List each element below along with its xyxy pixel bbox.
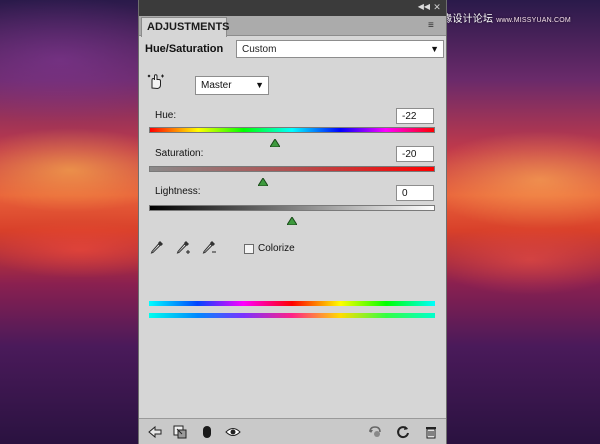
hue-label: Hue:: [155, 110, 177, 121]
eyedropper-icon[interactable]: [149, 239, 165, 257]
targeted-adjustment-hand-icon[interactable]: [147, 73, 165, 91]
preset-selected: Custom: [242, 44, 277, 55]
hue-slider-track[interactable]: [149, 127, 435, 133]
lightness-slider-track[interactable]: [149, 205, 435, 211]
reset-icon[interactable]: [395, 424, 411, 440]
clip-to-layer-icon[interactable]: [172, 424, 188, 440]
colorize-checkbox[interactable]: [244, 244, 254, 254]
close-icon[interactable]: ✕: [432, 2, 442, 12]
adjustment-title-row: Hue/Saturation Custom ▼: [145, 40, 444, 60]
colorize-label: Colorize: [258, 243, 295, 254]
lightness-value-input[interactable]: 0: [396, 185, 434, 201]
saturation-slider-thumb[interactable]: [257, 173, 270, 187]
trash-icon[interactable]: [423, 424, 439, 440]
panel-bottom-toolbar: [139, 418, 446, 444]
chevron-down-icon: ▼: [255, 80, 264, 90]
site-watermark: 思缘设计论坛 www.MISSYUAN.COM: [432, 10, 571, 25]
eye-icon[interactable]: [225, 424, 241, 440]
channel-selected: Master: [201, 80, 232, 91]
channel-select[interactable]: Master ▼: [195, 76, 269, 95]
back-arrow-icon[interactable]: [147, 424, 163, 440]
hue-slider-thumb[interactable]: [268, 134, 281, 148]
saturation-value-input[interactable]: -20: [396, 146, 434, 162]
saturation-label: Saturation:: [155, 148, 204, 159]
layer-mask-icon[interactable]: [199, 424, 215, 440]
adjustments-panel: ◀◀ ✕ ADJUSTMENTS ≡ Hue/Saturation Custom…: [138, 0, 447, 444]
adjustment-title: Hue/Saturation: [145, 43, 224, 55]
hue-value-input[interactable]: -22: [396, 108, 434, 124]
lightness-slider-thumb[interactable]: [286, 212, 298, 226]
lightness-label: Lightness:: [155, 186, 201, 197]
chevron-down-icon: ▼: [430, 44, 439, 54]
collapse-arrows-icon[interactable]: ◀◀: [418, 3, 430, 11]
tab-adjustments[interactable]: ADJUSTMENTS: [141, 17, 230, 37]
panel-menu-icon[interactable]: ≡: [428, 20, 440, 32]
eyedropper-add-icon[interactable]: [175, 239, 191, 257]
preset-select[interactable]: Custom ▼: [236, 40, 444, 58]
panel-title-bar: ◀◀ ✕: [139, 0, 446, 16]
tab-strip: ADJUSTMENTS ≡: [139, 16, 446, 37]
view-previous-icon[interactable]: [367, 424, 383, 440]
saturation-slider-track[interactable]: [149, 166, 435, 172]
eyedropper-subtract-icon[interactable]: [201, 239, 217, 257]
watermark-url: www.MISSYUAN.COM: [496, 17, 571, 24]
output-color-bar: [149, 313, 435, 318]
input-color-bar: [149, 301, 435, 306]
